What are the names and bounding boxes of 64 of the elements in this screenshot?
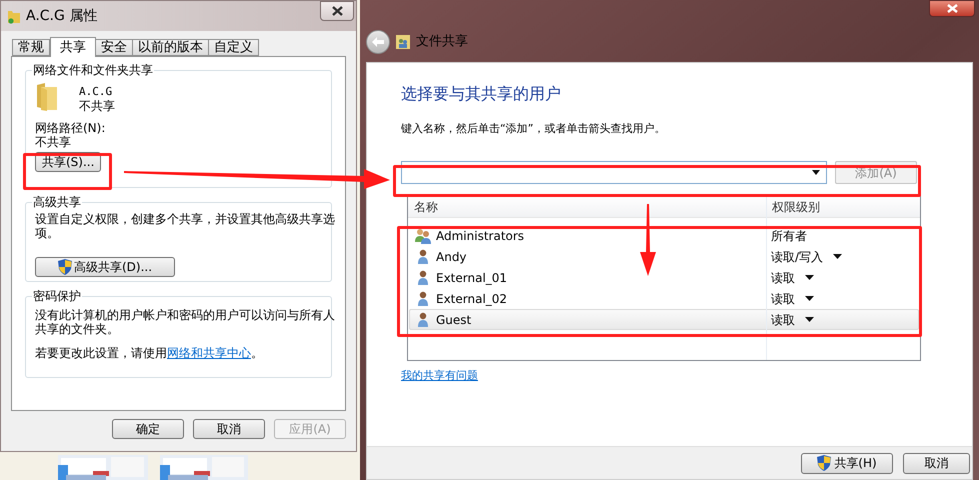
column-header[interactable]: 权限级别	[766, 196, 920, 217]
window-title: A.C.G 属性	[26, 6, 98, 26]
dropdown-arrow-icon[interactable]	[805, 275, 814, 280]
user-row[interactable]: External_02 读取	[409, 288, 919, 309]
permission-level: 读取	[771, 270, 795, 286]
user-name: External_01	[436, 270, 508, 286]
column-header[interactable]: 名称	[408, 196, 766, 217]
user-name: Administrators	[436, 228, 524, 244]
dropdown-arrow-icon[interactable]	[805, 317, 814, 322]
tab[interactable]: 共享	[50, 37, 96, 57]
group-label: 密码保护	[32, 289, 82, 303]
user-icon	[417, 248, 429, 264]
user-icon	[417, 270, 429, 286]
footer-button[interactable]: 取消	[903, 452, 970, 474]
permission-level: 读取	[771, 290, 795, 308]
description-text: 设置自定义权限，创建多个共享，并设置其他高级共享选项。	[35, 212, 335, 240]
close-button[interactable]	[929, 0, 975, 17]
folder-icon	[35, 81, 59, 111]
dialog-button[interactable]: 取消	[193, 419, 265, 439]
annotation-arrow	[640, 204, 656, 276]
permission-level: 读取	[771, 312, 795, 328]
instruction-text: 键入名称，然后单击“添加”，或者单击箭头查找用户。	[401, 122, 666, 136]
user-row[interactable]: Guest 读取	[409, 309, 919, 330]
dropdown-arrow-icon	[812, 170, 820, 175]
page-heading: 选择要与其共享的用户	[401, 84, 562, 104]
user-name: Andy	[436, 248, 467, 266]
permission-level: 读取/写入	[771, 248, 824, 266]
user-icon	[417, 312, 429, 328]
folder-name: A.C.G	[79, 84, 114, 99]
tab[interactable]: 安全	[95, 39, 133, 56]
dropdown-arrow-icon[interactable]	[805, 296, 814, 301]
shared-users-icon	[396, 35, 410, 49]
back-button[interactable]	[366, 30, 390, 54]
folder-icon	[7, 8, 21, 24]
user-row[interactable]: Administrators 所有者	[409, 225, 919, 246]
group-label: 高级共享	[32, 195, 82, 209]
user-name: External_02	[436, 290, 508, 308]
shield-icon	[58, 259, 72, 275]
users-icon	[414, 228, 432, 244]
close-icon	[946, 4, 958, 13]
window-title: 文件共享	[416, 33, 468, 52]
user-row[interactable]: External_01 读取	[409, 267, 919, 288]
path-label: 网络路径(N):	[35, 121, 106, 135]
footer-button[interactable]: 共享(H)	[801, 452, 893, 474]
user-icon	[417, 290, 429, 306]
tab[interactable]: 自定义	[208, 39, 259, 56]
permission-level: 所有者	[771, 228, 807, 244]
description-text: 没有此计算机的用户帐户和密码的用户可以访问与所有人共享的文件夹。	[35, 308, 335, 336]
dialog-button[interactable]: 确定	[112, 419, 184, 439]
group-label: 网络文件和文件夹共享	[32, 63, 154, 77]
back-arrow-icon	[372, 37, 384, 47]
settings-note: 若要更改此设置，请使用网络和共享中心。	[35, 346, 264, 360]
user-row[interactable]: Andy 读取/写入	[409, 246, 919, 267]
close-icon	[332, 6, 342, 16]
tab[interactable]: 常规	[12, 39, 50, 56]
path-value: 不共享	[35, 135, 72, 149]
user-name: Guest	[436, 312, 472, 328]
network-center-link[interactable]: 网络和共享中心	[167, 346, 251, 360]
close-button[interactable]	[320, 1, 354, 21]
advanced-sharing-button[interactable]: 高级共享(D)...	[35, 257, 175, 277]
tab[interactable]: 以前的版本	[132, 39, 209, 56]
help-link[interactable]: 我的共享有问题	[401, 368, 478, 384]
share-status: 不共享	[79, 99, 115, 114]
dropdown-arrow-icon[interactable]	[833, 254, 842, 259]
